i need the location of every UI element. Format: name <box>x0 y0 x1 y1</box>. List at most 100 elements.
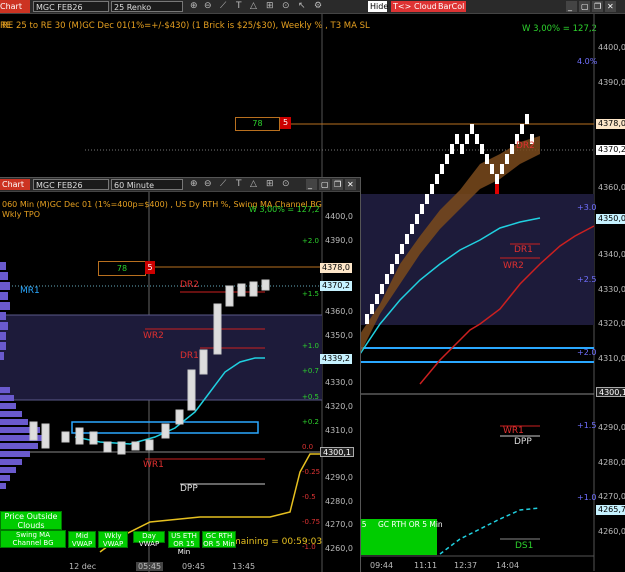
top-pct-tick: +2.0 <box>577 348 597 357</box>
top-pct-tick: +3.0 <box>577 203 597 212</box>
top-price-tag: 4370,2 <box>596 145 625 155</box>
top-level-dr1: DR1 <box>514 245 533 255</box>
close-button[interactable]: ✕ <box>605 1 616 12</box>
front-level-dpp: DPP <box>180 484 198 494</box>
front-pct-tick: +0.2 <box>302 418 319 426</box>
top-time-tick: 14:04 <box>496 561 520 570</box>
front-zoom-out-icon[interactable]: ⊖ <box>204 179 212 190</box>
front-price-tick: 4280,0 <box>325 497 353 506</box>
zoom-in-icon[interactable]: ⊕ <box>190 1 198 12</box>
target-icon[interactable]: ⊙ <box>282 1 290 12</box>
top-price-tag: 4265,7 <box>596 505 625 515</box>
front-time-tick: 13:45 <box>232 562 256 571</box>
left-top-label: RE <box>0 21 12 31</box>
maximize-button[interactable]: ▢ <box>579 1 590 12</box>
us-eth-or-button[interactable]: US ETH OR 15 Min <box>168 531 200 556</box>
top-symbol-select[interactable]: MGC FEB26 <box>33 1 109 12</box>
front-text-icon[interactable]: T <box>236 179 242 190</box>
front-price-tick: 4270,0 <box>325 520 353 529</box>
front-chart-window: Chart MGC FEB26 60 Minute ⊕ ⊖ ⟋ T △ ⊞ ⊙ … <box>0 177 361 572</box>
front-pct-tick: +0.5 <box>302 393 319 401</box>
front-pct-tick: +1.5 <box>302 290 319 298</box>
top-price-tag: 4350,0 <box>596 214 625 224</box>
zoom-out-icon[interactable]: ⊖ <box>204 1 212 12</box>
top-price-tick: 4360,0 <box>598 183 625 192</box>
top-pct-tick: +1.0 <box>577 493 597 502</box>
front-draw-line-icon[interactable]: ⟋ <box>220 179 226 190</box>
top-time-tick: 09:44 <box>370 561 394 570</box>
front-time-tick: 05:45 <box>136 562 164 571</box>
mid-vwap-button[interactable]: Mid VWAP <box>68 531 96 548</box>
front-price-tag: 4339,2 <box>320 354 352 364</box>
front-time-tick: 12 dec <box>69 562 97 571</box>
front-pct-tick: 0.0 <box>302 443 314 451</box>
hide-button[interactable]: Hide <box>368 1 388 12</box>
front-pct-tick: +0.7 <box>302 367 319 375</box>
top-price-tick: 4310,0 <box>598 354 625 363</box>
top-level-dr2: DR2 <box>516 141 535 151</box>
front-minimize-button[interactable]: _ <box>306 179 317 190</box>
top-price-tick: 4390,0 <box>598 78 625 87</box>
top-bricks-count-box: 5 <box>280 117 291 129</box>
swing-ma-channel-button[interactable]: Swing MA Channel BG <box>0 530 66 548</box>
front-symbol-select[interactable]: MGC FEB26 <box>33 179 109 190</box>
front-shape-icon[interactable]: △ <box>250 179 257 190</box>
top-gc-rth-button[interactable]: GC RTH OR 5 Min <box>378 520 443 529</box>
front-price-tick: 4360,0 <box>325 307 353 316</box>
top-pct-tick: 4.0% <box>577 57 598 66</box>
grid-icon[interactable]: ⊞ <box>266 1 274 12</box>
top-level-wr2: WR2 <box>503 261 524 271</box>
settings-icon[interactable]: ⚙ <box>314 1 322 12</box>
front-price-tick: 4310,0 <box>325 426 353 435</box>
front-price-tag: 4300,1 <box>320 447 354 457</box>
wkly-vwap-button[interactable]: Wkly VWAP <box>98 531 128 548</box>
front-target-icon[interactable]: ⊙ <box>282 179 290 190</box>
top-level-ds1: DS1 <box>515 541 534 551</box>
price-outside-clouds-button[interactable]: Price Outside Clouds <box>0 511 62 530</box>
top-time-tick: 12:37 <box>454 561 478 570</box>
cloud-button[interactable]: Cloud <box>412 1 439 12</box>
front-level-wr2: WR2 <box>143 331 164 341</box>
front-price-tick: 4390,0 <box>325 236 353 245</box>
top-level-dpp: DPP <box>514 437 532 447</box>
shape-tool-icon[interactable]: △ <box>250 1 257 12</box>
front-pct-tick: -0.75 <box>302 518 321 526</box>
top-price-tick: 4320,0 <box>598 319 625 328</box>
front-close-button[interactable]: ✕ <box>345 179 356 190</box>
cursor-icon[interactable]: ↖ <box>298 1 306 12</box>
front-price-tag: 4378,0 <box>320 263 352 273</box>
day-vwap-button[interactable]: Day VWAP <box>133 531 165 548</box>
front-price-tick: 4290,0 <box>325 473 353 482</box>
front-price-tag: 4370,2 <box>320 281 352 291</box>
front-interval-select[interactable]: 60 Minute <box>111 179 183 190</box>
top-price-tick: 4270,0 <box>598 492 625 501</box>
front-chart-button[interactable]: Chart <box>0 179 30 190</box>
barcol-button[interactable]: BarCol <box>436 1 467 12</box>
top-price-tick: 4290,0 <box>598 423 625 432</box>
text-tool-icon[interactable]: T <box>236 1 242 12</box>
minimize-button[interactable]: _ <box>566 1 577 12</box>
top-time-tick: 11:11 <box>414 561 438 570</box>
top-price-tick: 4260,0 <box>598 527 625 536</box>
front-zoom-in-icon[interactable]: ⊕ <box>190 179 198 190</box>
top-interval-select[interactable]: 25 Renko <box>111 1 183 12</box>
front-level-dr2: DR2 <box>180 280 199 290</box>
draw-line-icon[interactable]: ⟋ <box>220 1 226 12</box>
restore-button[interactable]: ❐ <box>592 1 603 12</box>
top-level-wr1: WR1 <box>503 426 524 436</box>
front-grid-icon[interactable]: ⊞ <box>266 179 274 190</box>
front-restore-button[interactable]: ❐ <box>332 179 343 190</box>
front-pct-tick: +2.0 <box>302 237 319 245</box>
gc-rth-or-button[interactable]: GC RTH OR 5 Min <box>202 531 236 548</box>
top-pct-tick: +2.5 <box>577 275 597 284</box>
front-level-dr1: DR1 <box>180 351 199 361</box>
front-price-tick: 4400,0 <box>325 212 353 221</box>
front-maximize-button[interactable]: ▢ <box>319 179 330 190</box>
top-pct-tick: +1.5 <box>577 421 597 430</box>
front-pct-tick: -0.25 <box>302 468 321 476</box>
front-level-wr1: WR1 <box>143 460 164 470</box>
top-price-tick: 4280,0 <box>598 458 625 467</box>
left-chart-tab[interactable]: Chart <box>0 0 30 13</box>
front-price-tick: 4330,0 <box>325 378 353 387</box>
front-remaining-timer: maining = 00:59:03 <box>232 537 323 547</box>
